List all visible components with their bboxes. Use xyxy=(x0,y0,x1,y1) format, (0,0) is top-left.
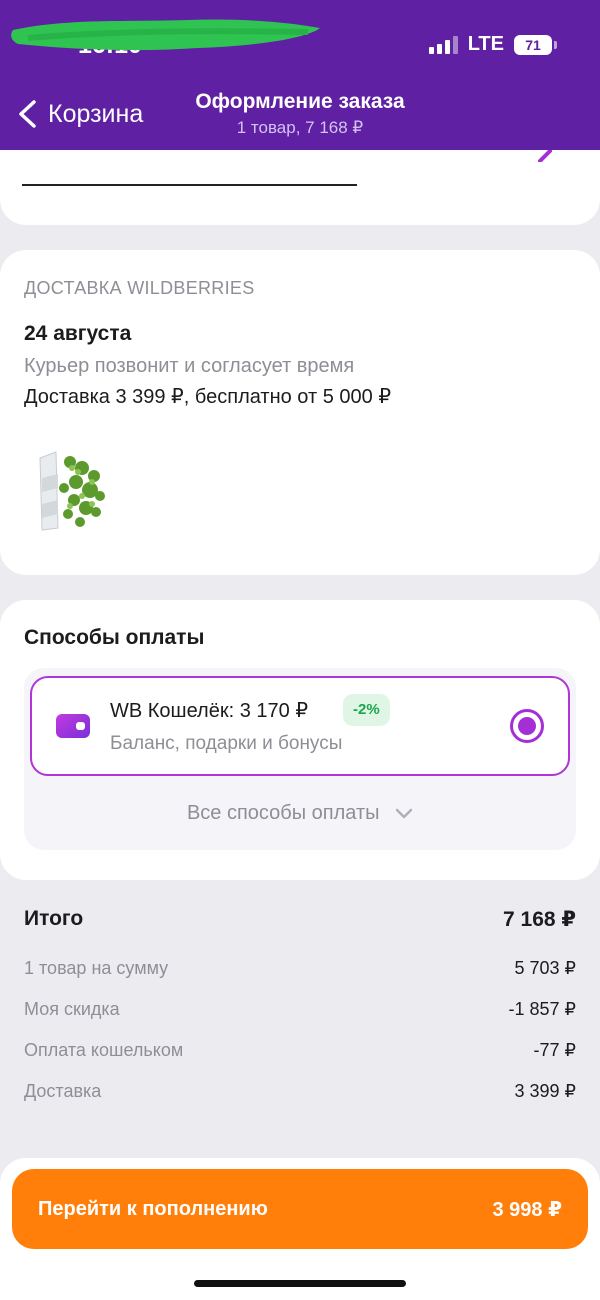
page-subtitle: 1 товар, 7 168 ₽ xyxy=(236,118,364,137)
radio-selected-icon[interactable] xyxy=(510,709,544,743)
redaction-scribble xyxy=(11,19,320,51)
total-value: 7 168 ₽ xyxy=(503,908,576,931)
address-card[interactable] xyxy=(0,150,600,225)
title-block: Оформление заказа 1 товар, 7 168 ₽ xyxy=(150,90,450,138)
wallet-description: Баланс, подарки и бонусы xyxy=(110,733,343,754)
summary-line-value: 5 703 ₽ xyxy=(514,958,577,978)
network-type: LTE xyxy=(467,33,504,55)
summary-line: Оплата кошельком -77 ₽ xyxy=(24,1040,576,1061)
summary-line: 1 товар на сумму 5 703 ₽ xyxy=(24,958,576,979)
wallet-payment-option[interactable] xyxy=(30,676,570,776)
cta-amount: 3 998 ₽ xyxy=(492,1198,562,1221)
page-title: Оформление заказа xyxy=(195,90,405,113)
summary-line-label: Моя скидка xyxy=(24,999,120,1019)
delivery-price: Доставка 3 399 ₽, бесплатно от 5 000 ₽ xyxy=(24,386,392,408)
discount-badge: -2% xyxy=(343,694,390,726)
wallet-name: WB Кошелёк: 3 170 ₽ xyxy=(110,700,309,722)
summary-line-label: Оплата кошельком xyxy=(24,1040,184,1060)
delivery-caption: ДОСТАВКА WILDBERRIES xyxy=(24,278,255,298)
battery-icon: 71 xyxy=(514,34,557,55)
summary-line-value: 3 399 ₽ xyxy=(514,1081,577,1101)
payment-title: Способы оплаты xyxy=(24,626,205,649)
chevron-left-icon xyxy=(19,100,36,128)
delivery-note: Курьер позвонит и согласует время xyxy=(24,355,355,377)
address-underline xyxy=(22,184,357,186)
pencil-icon[interactable] xyxy=(538,150,552,162)
product-image[interactable] xyxy=(34,448,110,532)
back-button[interactable]: Корзина xyxy=(14,98,143,130)
summary-line-label: Доставка xyxy=(24,1081,102,1101)
wallet-icon xyxy=(56,714,90,738)
back-label: Корзина xyxy=(48,99,144,128)
summary-line-label: 1 товар на сумму xyxy=(24,958,169,978)
all-methods-label: Все способы оплаты xyxy=(186,802,380,824)
summary-line-value: -1 857 ₽ xyxy=(508,999,577,1019)
cta-label: Перейти к пополнению xyxy=(38,1197,268,1220)
go-to-topup-button[interactable]: Перейти к пополнению 3 998 ₽ xyxy=(12,1169,588,1249)
home-indicator xyxy=(194,1280,406,1287)
chevron-down-icon xyxy=(395,808,413,818)
summary-line-value: -77 ₽ xyxy=(533,1040,576,1060)
all-payment-methods-button[interactable]: Все способы оплаты xyxy=(0,802,600,825)
summary-total: Итого 7 168 ₽ xyxy=(24,907,576,932)
total-label: Итого xyxy=(24,907,84,930)
status-indicators: LTE 71 xyxy=(428,33,557,56)
delivery-date: 24 августа xyxy=(24,322,132,345)
summary-line: Моя скидка -1 857 ₽ xyxy=(24,999,576,1020)
summary-line: Доставка 3 399 ₽ xyxy=(24,1081,576,1102)
signal-icon xyxy=(428,35,458,54)
